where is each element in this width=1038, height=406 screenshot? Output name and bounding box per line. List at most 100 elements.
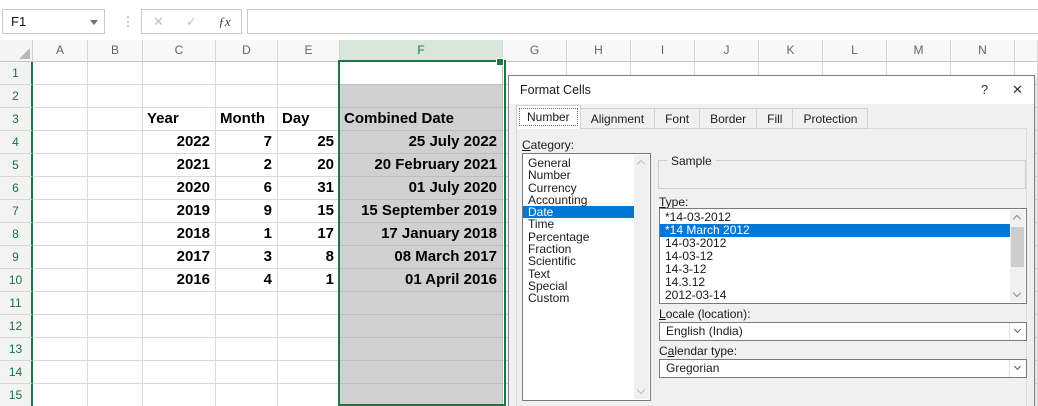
cell-E15[interactable] [278, 384, 340, 406]
cell-D14[interactable] [216, 361, 278, 384]
cell-E6[interactable]: 31 [278, 177, 340, 200]
cell-E14[interactable] [278, 361, 340, 384]
scroll-up-icon[interactable] [634, 155, 649, 170]
cell-E4[interactable]: 25 [278, 131, 340, 154]
scroll-up-icon[interactable] [1010, 210, 1025, 225]
row-header-7[interactable]: 7 [0, 200, 33, 223]
column-header-C[interactable]: C [143, 40, 216, 62]
type-item-14-3-12[interactable]: 14-3-12 [660, 263, 1010, 276]
cell-F9[interactable]: 08 March 2017 [340, 246, 503, 269]
cell-E8[interactable]: 17 [278, 223, 340, 246]
column-header-B[interactable]: B [88, 40, 143, 62]
dialog-titlebar[interactable]: Format Cells ? ✕ [509, 76, 1034, 104]
column-header-E[interactable]: E [278, 40, 340, 62]
cell-D10[interactable]: 4 [216, 269, 278, 292]
cell-F10[interactable]: 01 April 2016 [340, 269, 503, 292]
cell-A10[interactable] [33, 269, 88, 292]
cell-C11[interactable] [143, 292, 216, 315]
cell-F2[interactable] [340, 85, 503, 108]
cell-F6[interactable]: 01 July 2020 [340, 177, 503, 200]
cell-D13[interactable] [216, 338, 278, 361]
cell-E5[interactable]: 20 [278, 154, 340, 177]
cell-B5[interactable] [88, 154, 143, 177]
cell-F7[interactable]: 15 September 2019 [340, 200, 503, 223]
name-box-dropdown-icon[interactable] [90, 20, 98, 25]
cell-D6[interactable]: 6 [216, 177, 278, 200]
locale-combobox[interactable]: English (India) [659, 322, 1027, 341]
column-header-H[interactable]: H [567, 40, 631, 62]
tab-border[interactable]: Border [700, 108, 757, 129]
chevron-down-icon[interactable] [1009, 360, 1026, 377]
cell-D9[interactable]: 3 [216, 246, 278, 269]
scroll-down-icon[interactable] [1010, 287, 1025, 302]
enter-button[interactable]: ✓ [175, 10, 208, 33]
cell-F3[interactable]: Combined Date [340, 108, 503, 131]
row-header-8[interactable]: 8 [0, 223, 33, 246]
cell-E11[interactable] [278, 292, 340, 315]
cell-C6[interactable]: 2020 [143, 177, 216, 200]
cell-F12[interactable] [340, 315, 503, 338]
cell-C12[interactable] [143, 315, 216, 338]
cell-B11[interactable] [88, 292, 143, 315]
cell-A3[interactable] [33, 108, 88, 131]
row-header-12[interactable]: 12 [0, 315, 33, 338]
cell-C14[interactable] [143, 361, 216, 384]
cell-F5[interactable]: 20 February 2021 [340, 154, 503, 177]
cell-B10[interactable] [88, 269, 143, 292]
scroll-thumb[interactable] [1011, 227, 1024, 267]
cell-E12[interactable] [278, 315, 340, 338]
cell-F15[interactable] [340, 384, 503, 406]
column-header-I[interactable]: I [631, 40, 695, 62]
type-item-2012-03-14[interactable]: 2012-03-14 [660, 289, 1010, 302]
row-header-4[interactable]: 4 [0, 131, 33, 154]
cell-C4[interactable]: 2022 [143, 131, 216, 154]
cell-F8[interactable]: 17 January 2018 [340, 223, 503, 246]
formula-input[interactable] [247, 9, 1038, 34]
row-header-13[interactable]: 13 [0, 338, 33, 361]
cell-A5[interactable] [33, 154, 88, 177]
cell-C2[interactable] [143, 85, 216, 108]
cell-E3[interactable]: Day [278, 108, 340, 131]
cell-C3[interactable]: Year [143, 108, 216, 131]
category-item-number[interactable]: Number [523, 169, 634, 181]
cell-B3[interactable] [88, 108, 143, 131]
cancel-button[interactable]: ✕ [142, 10, 175, 33]
row-header-11[interactable]: 11 [0, 292, 33, 315]
cell-A13[interactable] [33, 338, 88, 361]
cell-D5[interactable]: 2 [216, 154, 278, 177]
cell-B1[interactable] [88, 62, 143, 85]
tab-font[interactable]: Font [655, 108, 700, 129]
cell-D4[interactable]: 7 [216, 131, 278, 154]
cell-C7[interactable]: 2019 [143, 200, 216, 223]
cell-E10[interactable]: 1 [278, 269, 340, 292]
cell-F4[interactable]: 25 July 2022 [340, 131, 503, 154]
close-icon[interactable]: ✕ [1001, 76, 1034, 104]
column-header-A[interactable]: A [33, 40, 88, 62]
cell-E7[interactable]: 15 [278, 200, 340, 223]
cell-A4[interactable] [33, 131, 88, 154]
cell-C15[interactable] [143, 384, 216, 406]
cell-D8[interactable]: 1 [216, 223, 278, 246]
cell-B7[interactable] [88, 200, 143, 223]
row-header-3[interactable]: 3 [0, 108, 33, 131]
type-item-14-03-12[interactable]: 14-03-12 [660, 250, 1010, 263]
cell-A7[interactable] [33, 200, 88, 223]
category-item-time[interactable]: Time [523, 218, 634, 230]
scroll-down-icon[interactable] [634, 384, 649, 399]
cell-E2[interactable] [278, 85, 340, 108]
row-header-14[interactable]: 14 [0, 361, 33, 384]
cell-A2[interactable] [33, 85, 88, 108]
chevron-down-icon[interactable] [1009, 323, 1026, 340]
cell-D1[interactable] [216, 62, 278, 85]
cell-A8[interactable] [33, 223, 88, 246]
column-header-G[interactable]: G [503, 40, 567, 62]
cell-C1[interactable] [143, 62, 216, 85]
column-header-partial[interactable] [1015, 40, 1038, 62]
cell-C10[interactable]: 2016 [143, 269, 216, 292]
cell-B8[interactable] [88, 223, 143, 246]
column-header-J[interactable]: J [695, 40, 759, 62]
calendar-type-combobox[interactable]: Gregorian [659, 359, 1027, 378]
cell-D3[interactable]: Month [216, 108, 278, 131]
cell-B9[interactable] [88, 246, 143, 269]
cell-F13[interactable] [340, 338, 503, 361]
